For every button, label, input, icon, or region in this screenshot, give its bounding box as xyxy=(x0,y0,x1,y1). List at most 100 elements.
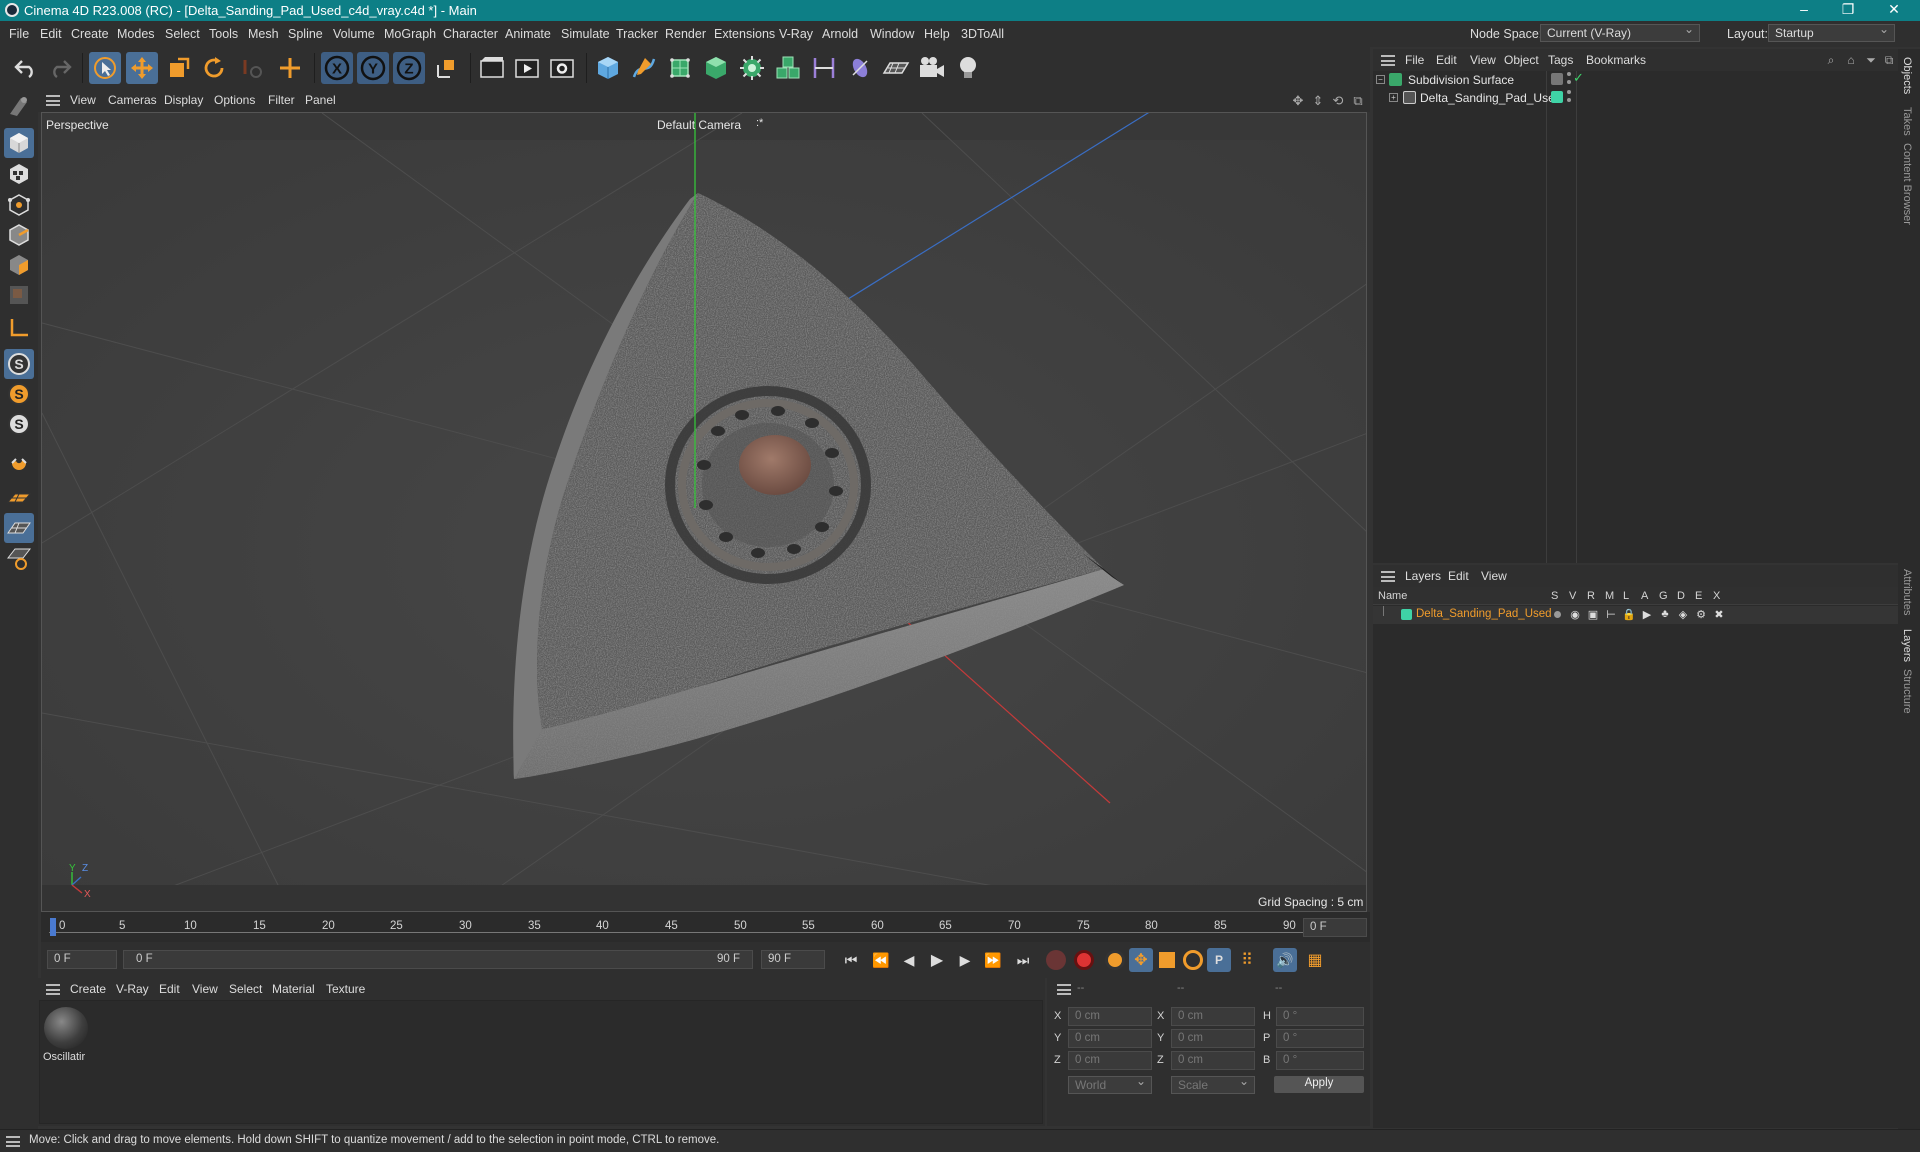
redo-icon[interactable] xyxy=(44,52,76,84)
material-menu-vray[interactable]: V-Ray xyxy=(116,982,149,996)
menu-select[interactable]: Select xyxy=(165,27,200,41)
visibility-editor-dot[interactable] xyxy=(1567,72,1571,76)
go-to-start-icon[interactable]: ⏮ xyxy=(841,950,861,970)
tab-content-browser[interactable]: Content Browser xyxy=(1901,143,1913,225)
layer-animation-icon[interactable]: ▶ xyxy=(1640,607,1654,621)
visibility-render-dot[interactable] xyxy=(1567,98,1571,102)
symmetry-icon[interactable]: S xyxy=(4,409,34,439)
material-menu-create[interactable]: Create xyxy=(70,982,106,996)
coord-size-z-field[interactable]: 0 cm xyxy=(1171,1051,1255,1070)
light-bulb-icon[interactable] xyxy=(952,52,984,84)
coord-size-y-field[interactable]: 0 cm xyxy=(1171,1029,1255,1048)
material-menu-view[interactable]: View xyxy=(192,982,218,996)
layer-expressions-icon[interactable]: ⚙ xyxy=(1694,607,1708,621)
apply-button[interactable]: Apply xyxy=(1274,1076,1364,1093)
viewport-maximize-icon[interactable]: ⧉ xyxy=(1350,93,1366,109)
layer-render-icon[interactable]: ▣ xyxy=(1586,607,1600,621)
coordinate-system-icon[interactable] xyxy=(431,52,463,84)
layer-col-visible[interactable]: V xyxy=(1569,590,1576,602)
minimize-button[interactable]: – xyxy=(1786,1,1822,20)
restore-button[interactable]: ❐ xyxy=(1830,1,1866,20)
material-menu-select[interactable]: Select xyxy=(229,982,262,996)
viewport-menu-options[interactable]: Options xyxy=(214,93,255,107)
sound-icon[interactable]: 🔊 xyxy=(1273,948,1297,972)
layer-col-animation[interactable]: A xyxy=(1641,590,1648,602)
coordinates-menu-icon[interactable] xyxy=(1057,984,1071,995)
layer-menu-icon[interactable] xyxy=(1381,571,1395,582)
material-menu-icon[interactable] xyxy=(46,984,60,995)
menu-help[interactable]: Help xyxy=(924,27,950,41)
collapse-toggle-icon[interactable]: − xyxy=(1376,75,1385,84)
rotate-icon[interactable] xyxy=(198,52,230,84)
coord-rot-p-field[interactable]: 0 ° xyxy=(1276,1029,1364,1048)
floor-environment-icon[interactable] xyxy=(880,52,912,84)
layer-manager-icon[interactable]: ⊢ xyxy=(1604,607,1618,621)
move-icon[interactable] xyxy=(126,52,158,84)
object-row-subdivision[interactable]: − Subdivision Surface ✓ xyxy=(1373,70,1898,89)
layer-xref-icon[interactable]: ✖ xyxy=(1712,607,1726,621)
points-mode-icon[interactable] xyxy=(4,190,34,220)
mograph-cloner-icon[interactable] xyxy=(736,52,768,84)
render-picture-viewer-icon[interactable] xyxy=(511,52,543,84)
layer-col-generators[interactable]: G xyxy=(1659,590,1668,602)
viewport-3d[interactable]: Perspective Default Camera :* Grid Spaci… xyxy=(41,112,1367,912)
deformer-bend-icon[interactable] xyxy=(808,52,840,84)
field-object-icon[interactable] xyxy=(844,52,876,84)
menu-extensions[interactable]: Extensions xyxy=(714,27,775,41)
menu-character[interactable]: Character xyxy=(443,27,498,41)
coord-rot-h-field[interactable]: 0 ° xyxy=(1276,1007,1364,1026)
layer-col-xref[interactable]: X xyxy=(1713,590,1720,602)
frame-range-slider[interactable]: 0 F 90 F xyxy=(123,950,753,969)
x-axis-lock-icon[interactable]: X xyxy=(321,52,353,84)
layer-color-swatch[interactable] xyxy=(1401,609,1412,620)
grid-layout-icon[interactable] xyxy=(4,513,34,543)
search-icon[interactable]: ⌕ xyxy=(1823,52,1839,68)
previous-key-icon[interactable]: ⏪ xyxy=(871,950,891,970)
render-settings-icon[interactable] xyxy=(546,52,578,84)
viewport-menu-icon[interactable] xyxy=(46,95,60,106)
menu-animate[interactable]: Animate xyxy=(505,27,551,41)
material-name[interactable]: Oscillatir xyxy=(43,1051,85,1063)
subdivision-surface-icon[interactable] xyxy=(664,52,696,84)
locked-workplane-icon[interactable] xyxy=(4,543,34,573)
menu-spline[interactable]: Spline xyxy=(288,27,323,41)
close-button[interactable]: ✕ xyxy=(1876,1,1912,20)
viewport-menu-cameras[interactable]: Cameras xyxy=(108,93,157,107)
coord-rot-b-field[interactable]: 0 ° xyxy=(1276,1051,1364,1070)
transform-tool-icon[interactable] xyxy=(274,52,306,84)
object-menu-file[interactable]: File xyxy=(1405,53,1424,67)
layer-lock-icon[interactable]: 🔒 xyxy=(1622,607,1636,621)
layer-menu-view[interactable]: View xyxy=(1481,569,1507,583)
filter-icon[interactable]: ⏷ xyxy=(1863,52,1879,68)
menu-file[interactable]: File xyxy=(9,27,29,41)
visibility-editor-dot[interactable] xyxy=(1567,90,1571,94)
layer-visible-eye-icon[interactable]: ◉ xyxy=(1568,607,1582,621)
keyframe-selection-icon[interactable] xyxy=(1105,950,1125,970)
layer-name[interactable]: Delta_Sanding_Pad_Used xyxy=(1416,608,1552,620)
key-scale-icon[interactable] xyxy=(1159,952,1175,968)
object-menu-view[interactable]: View xyxy=(1470,53,1496,67)
object-row-delta-pad[interactable]: + Delta_Sanding_Pad_Used xyxy=(1373,89,1898,107)
menu-edit[interactable]: Edit xyxy=(40,27,62,41)
play-icon[interactable]: ▶ xyxy=(927,950,947,970)
extrude-generator-icon[interactable] xyxy=(700,52,732,84)
enabled-check-icon[interactable]: ✓ xyxy=(1573,70,1584,86)
object-menu-icon[interactable] xyxy=(1381,55,1395,66)
render-view-icon[interactable] xyxy=(476,52,508,84)
end-frame-field[interactable]: 90 F xyxy=(761,950,825,969)
layer-col-solo[interactable]: S xyxy=(1551,590,1558,602)
coord-space-select[interactable]: World xyxy=(1068,1074,1152,1094)
menu-arnold[interactable]: Arnold xyxy=(822,27,858,41)
uv-mode-icon[interactable] xyxy=(4,280,34,310)
coord-pos-z-field[interactable]: 0 cm xyxy=(1068,1051,1152,1070)
grid-workplane-icon[interactable] xyxy=(4,483,34,513)
tab-takes[interactable]: Takes xyxy=(1901,107,1913,136)
menu-window[interactable]: Window xyxy=(870,27,914,41)
key-pla-icon[interactable]: ⠿ xyxy=(1237,950,1257,970)
cube-icon[interactable] xyxy=(592,52,624,84)
expand-toggle-icon[interactable]: + xyxy=(1389,93,1398,102)
workplane-axis-icon[interactable] xyxy=(4,313,34,343)
menu-volume[interactable]: Volume xyxy=(333,27,375,41)
new-window-icon[interactable]: ⧉ xyxy=(1881,52,1897,68)
timeline-ruler[interactable]: 0 5 10 15 20 25 30 35 40 45 50 55 60 65 … xyxy=(41,912,1370,942)
